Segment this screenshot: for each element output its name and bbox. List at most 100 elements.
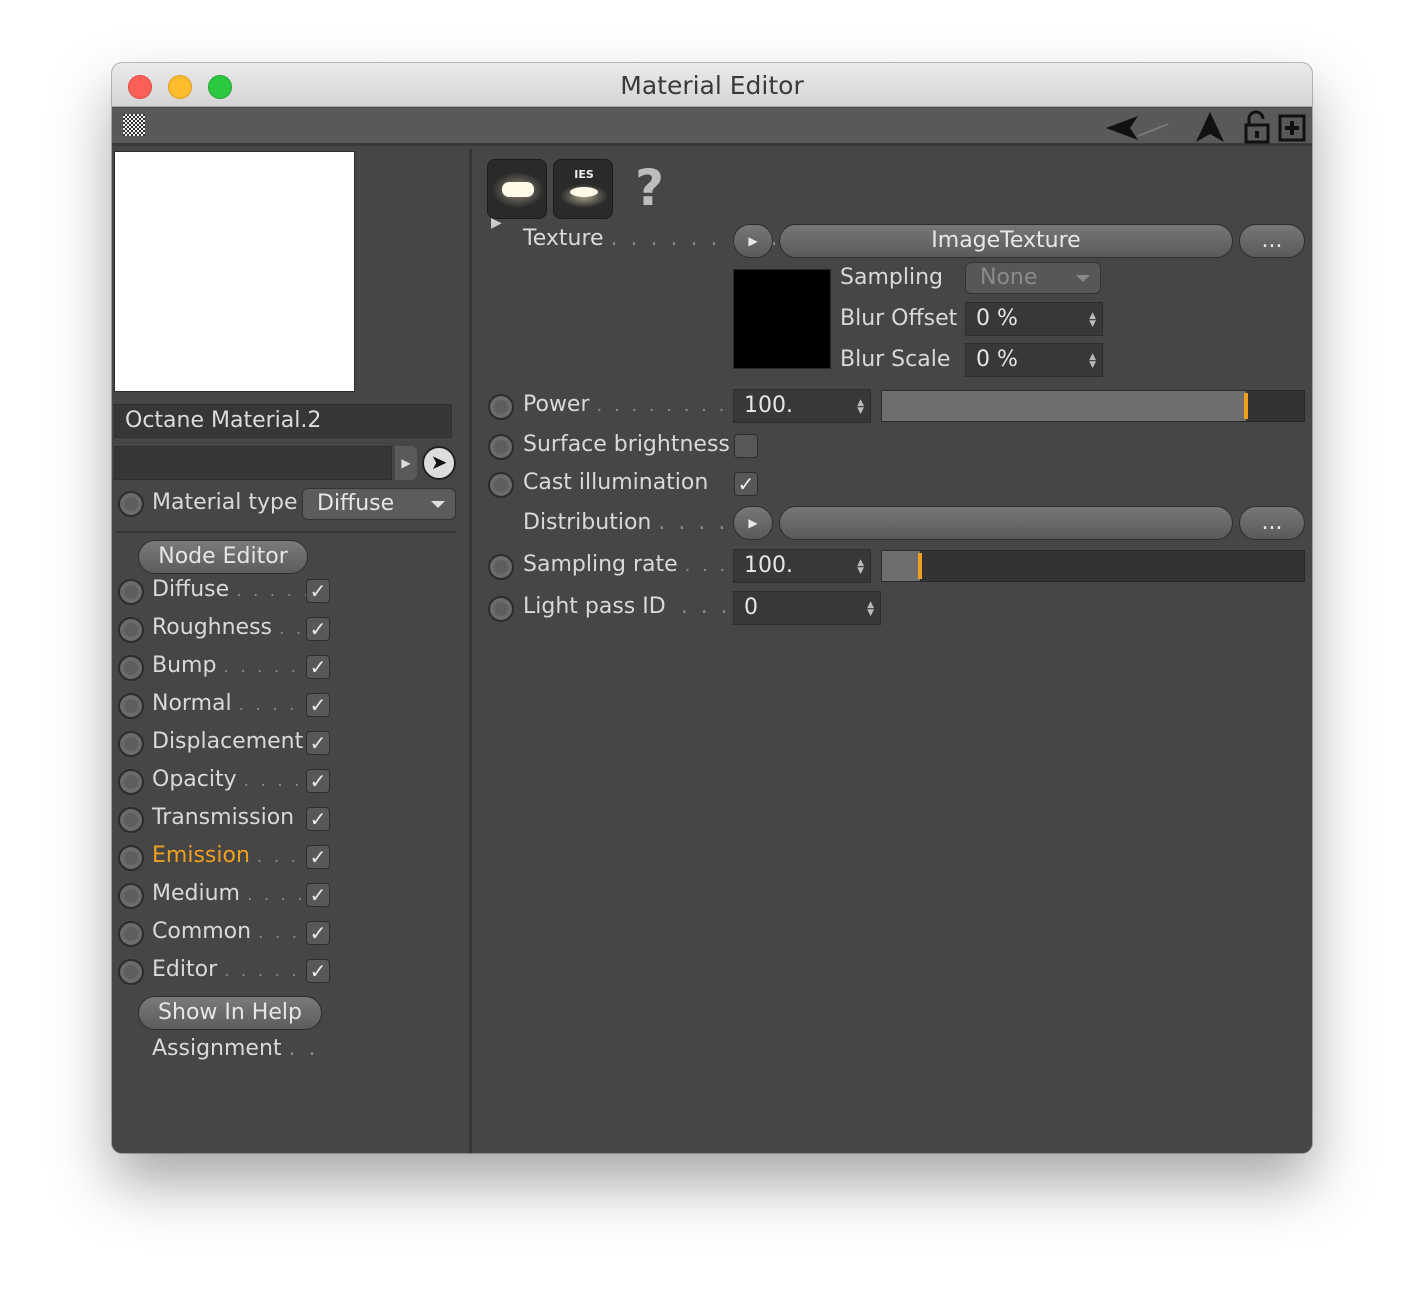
channel-label-text: Common [152,919,252,944]
surface-brightness-checkbox[interactable] [734,434,758,458]
power-slider-knob[interactable] [1244,393,1248,419]
channel-checkbox-opacity[interactable]: ✓ [306,769,330,793]
blur-offset-field[interactable]: 0 % ▲ ▼ [965,302,1103,336]
channel-radio-bump[interactable] [118,655,144,681]
channel-checkbox-diffuse[interactable]: ✓ [306,579,330,603]
channel-label-text: Bump [152,653,217,678]
divider [116,531,456,533]
channel-label-common[interactable]: Common . . . . [152,919,317,944]
channel-radio-roughness[interactable] [118,617,144,643]
ies-mode-button[interactable]: IES [553,159,613,219]
channel-radio-medium[interactable] [118,883,144,909]
node-editor-button[interactable]: Node Editor [138,540,308,574]
power-label: Power [523,392,590,417]
unlock-icon[interactable] [1244,110,1272,144]
channel-checkbox-editor[interactable]: ✓ [306,959,330,983]
texture-shader-button[interactable]: ImageTexture [779,224,1233,258]
material-name-field[interactable]: Octane Material.2 [114,404,452,438]
distribution-more-button[interactable]: ... [1239,506,1305,540]
sampling-rate-label-group: Sampling rate . . . . [523,552,746,577]
sampling-rate-label: Sampling rate [523,552,678,577]
channel-checkbox-roughness[interactable]: ✓ [306,617,330,641]
material-type-dropdown[interactable]: Diffuse [302,488,456,520]
help-icon[interactable]: ? [635,159,664,217]
link-field[interactable] [114,446,392,480]
grid-icon[interactable] [123,114,145,136]
spinner-icon[interactable]: ▲ ▼ [1089,312,1096,329]
channel-radio-diffuse[interactable] [118,579,144,605]
channel-radio-displacement[interactable] [118,731,144,757]
channel-radio-common[interactable] [118,921,144,947]
blur-offset-value: 0 % [976,306,1018,331]
channel-checkbox-transmission[interactable]: ✓ [306,807,330,831]
expand-triangle-icon[interactable]: ▶ [491,215,502,231]
new-panel-icon[interactable] [1278,114,1306,142]
channel-label-opacity[interactable]: Opacity . . . . . [152,767,319,792]
channel-label-text: Transmission [152,805,295,830]
channel-checkbox-emission[interactable]: ✓ [306,845,330,869]
surface-brightness-label: Surface brightness [523,432,730,457]
power-slider[interactable] [881,390,1305,422]
texture-more-button[interactable]: ... [1239,224,1305,258]
power-radio[interactable] [488,394,514,420]
power-field[interactable]: 100. ▲ ▼ [733,389,871,423]
channel-label-text: Editor [152,957,218,982]
blur-scale-label: Blur Scale [840,347,951,372]
title-bar: Material Editor [112,63,1312,107]
channel-checkbox-normal[interactable]: ✓ [306,693,330,717]
material-type-value: Diffuse [317,491,395,516]
channel-radio-opacity[interactable] [118,769,144,795]
spinner-icon[interactable]: ▲ ▼ [857,399,864,416]
sampling-rate-slider-knob[interactable] [918,553,922,579]
sampling-rate-radio[interactable] [488,554,514,580]
channel-label-diffuse[interactable]: Diffuse . . . . . . [152,577,329,602]
up-arrow-icon[interactable] [1194,110,1226,144]
texture-preview [733,269,831,369]
channel-label-displacement[interactable]: Displacement [152,729,303,754]
light-pass-id-radio[interactable] [488,596,514,622]
light-mode-button[interactable] [487,159,547,219]
channel-label-emission[interactable]: Emission . . . . [152,843,316,868]
channel-checkbox-bump[interactable]: ✓ [306,655,330,679]
material-type-radio[interactable] [118,491,144,517]
channel-label-normal[interactable]: Normal . . . . . . [152,691,331,716]
back-arrow-icon[interactable] [1104,112,1176,144]
cast-illumination-radio[interactable] [488,472,514,498]
show-in-help-button[interactable]: Show In Help [138,996,322,1030]
channel-label-roughness[interactable]: Roughness . . [152,615,304,640]
sampling-rate-slider-fill [882,551,920,581]
spinner-icon[interactable]: ▲ ▼ [1089,353,1096,370]
channel-radio-normal[interactable] [118,693,144,719]
sampling-rate-value: 100. [744,553,793,578]
sampling-rate-slider[interactable] [881,550,1305,582]
assignment-tab[interactable]: Assignment . . [152,1036,319,1061]
light-pass-id-field[interactable]: 0 ▲ ▼ [733,591,881,625]
channel-radio-editor[interactable] [118,959,144,985]
channel-checkbox-displacement[interactable]: ✓ [306,731,330,755]
distribution-shader-button[interactable] [779,506,1233,540]
channel-label-text: Diffuse [152,577,230,602]
distribution-label: Distribution [523,510,652,535]
cast-illumination-label: Cast illumination [523,470,709,495]
link-arrow-button[interactable]: ▶ [395,446,417,480]
distribution-label-group: Distribution . . . . . [523,510,748,535]
channel-checkbox-medium[interactable]: ✓ [306,883,330,907]
sampling-rate-field[interactable]: 100. ▲ ▼ [733,549,871,583]
distribution-link-arrow[interactable]: ▶ [733,506,773,540]
channel-radio-emission[interactable] [118,845,144,871]
pick-cursor-icon[interactable]: ➤ [422,446,456,480]
chevron-down-icon [1076,275,1090,282]
channel-radio-transmission[interactable] [118,807,144,833]
channel-label-medium[interactable]: Medium . . . . . [152,881,323,906]
channel-label-transmission[interactable]: Transmission [152,805,294,830]
surface-brightness-radio[interactable] [488,434,514,460]
cast-illumination-checkbox[interactable]: ✓ [734,472,758,496]
blur-scale-field[interactable]: 0 % ▲ ▼ [965,343,1103,377]
channel-checkbox-common[interactable]: ✓ [306,921,330,945]
right-panel: IES ? ▶ Texture . . . . . . . . . ▶ Imag… [475,149,1312,1153]
spinner-icon[interactable]: ▲ ▼ [867,601,874,618]
material-preview[interactable] [114,151,355,392]
texture-link-arrow[interactable]: ▶ [733,224,773,258]
sampling-dropdown[interactable]: None [965,262,1101,294]
spinner-icon[interactable]: ▲ ▼ [857,559,864,576]
